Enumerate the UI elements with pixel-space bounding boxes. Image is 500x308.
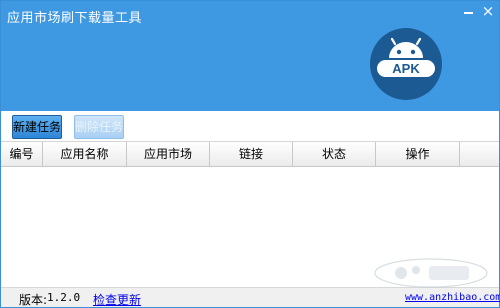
column-header-action[interactable]: 操作 xyxy=(376,142,460,167)
window-title: 应用市场刷下载量工具 xyxy=(7,11,143,26)
column-header-blank xyxy=(460,142,499,167)
column-header-status[interactable]: 状态 xyxy=(293,142,376,167)
close-button[interactable]: × xyxy=(480,3,496,19)
app-window: 应用市场刷下载量工具 × APK 新建任务 删除任务 编号 应用名称 应用市场 … xyxy=(0,0,500,308)
toolbar: 新建任务 删除任务 xyxy=(1,111,499,142)
version-value: 1.2.0 xyxy=(47,291,81,304)
apk-logo-text: APK xyxy=(392,61,420,76)
header-bar: 应用市场刷下载量工具 × APK xyxy=(1,1,499,111)
status-bar: 版本: 1.2.0 检查更新 www.anzhibao.com xyxy=(1,287,500,308)
table-header: 编号 应用名称 应用市场 链接 状态 操作 xyxy=(1,142,499,167)
minimize-button[interactable] xyxy=(461,3,477,19)
android-apk-icon: APK xyxy=(370,28,442,100)
column-header-link[interactable]: 链接 xyxy=(210,142,293,167)
column-header-id[interactable]: 编号 xyxy=(1,142,43,167)
baidu-jingyan-watermark xyxy=(374,258,488,288)
new-task-button[interactable]: 新建任务 xyxy=(12,115,62,139)
check-update-link[interactable]: 检查更新 xyxy=(93,291,141,308)
version-label: 版本: xyxy=(19,293,48,307)
column-header-app-name[interactable]: 应用名称 xyxy=(43,142,127,167)
website-link[interactable]: www.anzhibao.com xyxy=(405,292,500,303)
column-header-market[interactable]: 应用市场 xyxy=(127,142,210,167)
delete-task-button[interactable]: 删除任务 xyxy=(74,115,124,139)
